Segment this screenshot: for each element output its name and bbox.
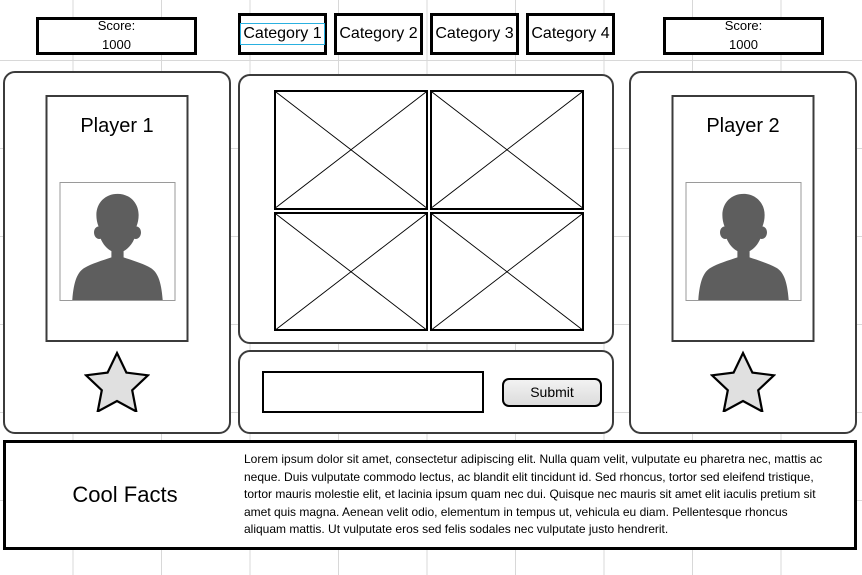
answer-input[interactable] [262, 371, 484, 413]
image-placeholder-cross-icon [276, 214, 426, 330]
person-silhouette-icon [71, 193, 163, 300]
image-grid-panel [238, 74, 614, 344]
category-tab-bar: Category 1 Category 2 Category 3 Categor… [238, 13, 615, 55]
score-value-player-1: 1000 [102, 37, 131, 52]
star-icon [84, 350, 150, 412]
player-name-1: Player 1 [80, 115, 154, 137]
image-grid [274, 90, 584, 331]
score-label-player-1: Score: [97, 18, 136, 34]
person-silhouette-icon [697, 193, 789, 300]
tab-category-4-label: Category 4 [531, 25, 610, 42]
player-card-1: Player 1 [45, 95, 189, 342]
player-panel-2: Player 2 [629, 71, 857, 434]
tab-category-3[interactable]: Category 3 [430, 13, 519, 55]
image-placeholder-cross-icon [276, 92, 426, 208]
facts-panel: Cool Facts Lorem ipsum dolor sit amet, c… [3, 440, 857, 550]
avatar-1 [59, 182, 175, 301]
image-placeholder-2[interactable] [430, 90, 584, 210]
star-icon [710, 350, 776, 412]
facts-title: Cool Facts [72, 482, 178, 507]
wireframe-canvas: Score: 1000 Score: 1000 Category 1 Categ… [0, 0, 862, 575]
tab-category-2-label: Category 2 [339, 25, 418, 42]
tab-category-1[interactable]: Category 1 [238, 13, 327, 55]
score-label-player-2: Score: [724, 18, 763, 34]
facts-body: Lorem ipsum dolor sit amet, consectetur … [244, 451, 823, 537]
tab-category-3-label: Category 3 [435, 25, 514, 42]
image-placeholder-1[interactable] [274, 90, 428, 210]
answer-panel: Submit [238, 350, 614, 434]
star-badge-1 [84, 350, 150, 412]
tab-category-1-label: Category 1 [240, 23, 325, 45]
image-placeholder-4[interactable] [430, 211, 584, 331]
player-name-2: Player 2 [706, 115, 780, 137]
image-placeholder-cross-icon [432, 214, 582, 330]
score-box-player-1: Score: 1000 [36, 17, 197, 55]
tab-category-2[interactable]: Category 2 [334, 13, 423, 55]
tab-category-4[interactable]: Category 4 [526, 13, 615, 55]
submit-button[interactable]: Submit [502, 377, 602, 407]
image-placeholder-3[interactable] [274, 211, 428, 331]
image-placeholder-cross-icon [432, 92, 582, 208]
score-value-player-2: 1000 [729, 37, 758, 52]
score-box-player-2: Score: 1000 [663, 17, 824, 55]
player-panel-1: Player 1 [3, 71, 231, 434]
star-badge-2 [710, 350, 776, 412]
avatar-2 [685, 182, 801, 301]
player-card-2: Player 2 [671, 95, 815, 342]
